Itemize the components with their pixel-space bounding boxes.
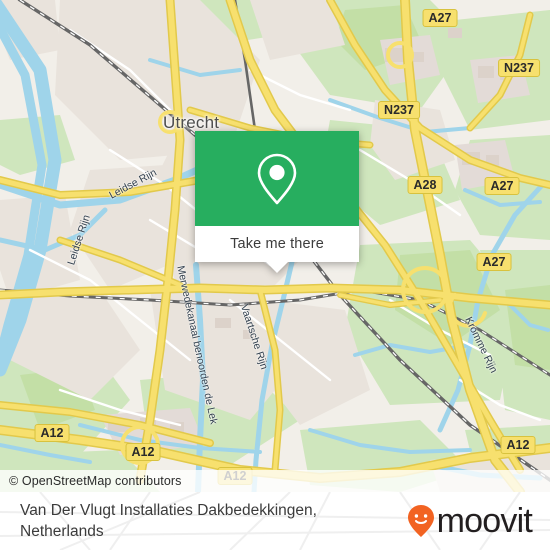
take-me-there-button[interactable]: Take me there	[195, 226, 359, 262]
road-shield: N237	[378, 101, 420, 119]
moovit-wordmark: moovit	[436, 502, 533, 540]
road-shield: A12	[34, 424, 70, 442]
road-shield: A27	[484, 177, 520, 195]
road-shield: A12	[500, 436, 536, 454]
moovit-pin-smile-icon	[406, 504, 436, 538]
place-name: Van Der Vlugt Installaties Dakbedekkinge…	[20, 502, 317, 540]
osm-attribution-bar: © OpenStreetMap contributors	[0, 470, 550, 492]
take-me-there-label: Take me there	[230, 236, 324, 252]
moovit-logo[interactable]: moovit	[406, 502, 533, 540]
card-pointer-tail	[266, 262, 288, 273]
road-shield: A27	[422, 9, 458, 27]
map-label-utrecht: Utrecht	[163, 113, 220, 132]
road-shield: N237	[498, 59, 540, 77]
road-shield: A12	[125, 443, 161, 461]
card-header	[195, 131, 359, 226]
road-shield: A28	[407, 176, 443, 194]
bottom-bar: Van Der Vlugt Installaties Dakbedekkinge…	[0, 492, 550, 550]
road-shield: A27	[476, 253, 512, 271]
bottom-bar-content: Van Der Vlugt Installaties Dakbedekkinge…	[0, 492, 550, 550]
osm-attribution-text: © OpenStreetMap contributors	[9, 474, 182, 488]
map-pin-icon	[254, 152, 300, 206]
screenshot-root: Utrecht Leidse Rijn Leidse Rijn Merwedekan…	[0, 0, 550, 550]
location-info-card[interactable]: Take me there	[195, 131, 359, 273]
